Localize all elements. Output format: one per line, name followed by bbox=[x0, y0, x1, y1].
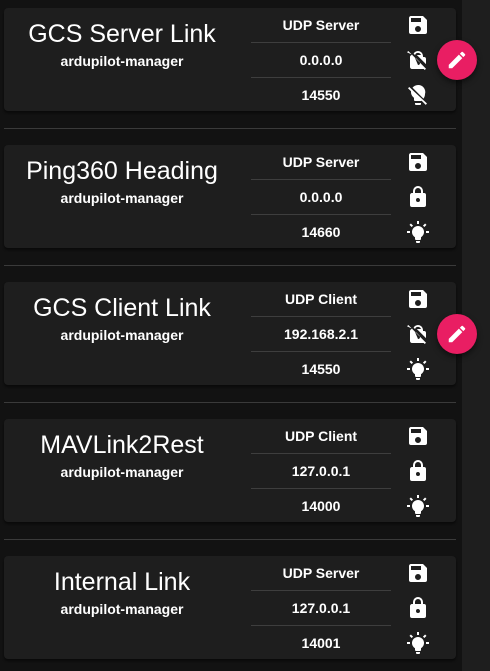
lightbulb-on-icon bbox=[406, 494, 430, 518]
card-separator bbox=[4, 539, 456, 540]
endpoint-properties: UDP Client 192.168.2.1 14550 bbox=[251, 282, 391, 385]
lightbulb-off-icon bbox=[406, 83, 430, 107]
lock-icon bbox=[406, 185, 430, 209]
endpoint-card: GCS Server Link ardupilot-manager UDP Se… bbox=[4, 8, 456, 111]
card-separator bbox=[4, 265, 456, 266]
endpoint-properties: UDP Server 0.0.0.0 14550 bbox=[251, 8, 391, 111]
endpoint-name: MAVLink2Rest bbox=[40, 431, 204, 459]
endpoint-port: 14001 bbox=[301, 635, 341, 651]
lock-icon bbox=[406, 596, 430, 620]
lock-off-icon bbox=[406, 48, 430, 72]
endpoint-type: UDP Server bbox=[282, 565, 360, 581]
content-save-icon bbox=[406, 287, 430, 311]
card-separator bbox=[4, 128, 456, 129]
endpoint-type: UDP Client bbox=[284, 428, 358, 444]
endpoint-type: UDP Client bbox=[284, 291, 358, 307]
endpoint-card: GCS Client Link ardupilot-manager UDP Cl… bbox=[4, 282, 456, 385]
endpoint-port: 14550 bbox=[301, 361, 341, 377]
content-save-icon bbox=[406, 424, 430, 448]
endpoint-type: UDP Server bbox=[282, 154, 360, 170]
lightbulb-on-icon bbox=[406, 357, 430, 381]
endpoint-ip: 192.168.2.1 bbox=[284, 326, 358, 342]
lightbulb-on-icon bbox=[406, 631, 430, 655]
endpoint-owner: ardupilot-manager bbox=[60, 190, 184, 206]
endpoint-name: GCS Server Link bbox=[28, 20, 216, 48]
endpoint-properties: UDP Client 127.0.0.1 14000 bbox=[251, 419, 391, 522]
endpoint-ip: 0.0.0.0 bbox=[299, 189, 343, 205]
endpoint-owner: ardupilot-manager bbox=[60, 601, 184, 617]
content-save-icon bbox=[406, 13, 430, 37]
endpoint-port: 14550 bbox=[301, 87, 341, 103]
endpoint-properties: UDP Server 127.0.0.1 14001 bbox=[251, 556, 391, 659]
endpoint-port: 14660 bbox=[301, 224, 341, 240]
endpoint-card: Internal Link ardupilot-manager UDP Serv… bbox=[4, 556, 456, 659]
pencil-icon bbox=[448, 51, 466, 69]
endpoint-name: Ping360 Heading bbox=[26, 157, 218, 185]
content-save-icon bbox=[406, 150, 430, 174]
endpoint-card: MAVLink2Rest ardupilot-manager UDP Clien… bbox=[4, 419, 456, 522]
endpoint-owner: ardupilot-manager bbox=[60, 464, 184, 480]
pencil-icon bbox=[448, 325, 466, 343]
endpoint-owner: ardupilot-manager bbox=[60, 53, 184, 69]
card-separator bbox=[4, 402, 456, 403]
edit-button[interactable] bbox=[437, 40, 477, 80]
lock-off-icon bbox=[406, 322, 430, 346]
endpoint-name: GCS Client Link bbox=[33, 294, 211, 322]
endpoint-properties: UDP Server 0.0.0.0 14660 bbox=[251, 145, 391, 248]
endpoint-ip: 127.0.0.1 bbox=[291, 600, 351, 616]
lightbulb-on-icon bbox=[406, 220, 430, 244]
endpoint-card: Ping360 Heading ardupilot-manager UDP Se… bbox=[4, 145, 456, 248]
endpoint-port: 14000 bbox=[301, 498, 341, 514]
endpoint-ip: 0.0.0.0 bbox=[299, 52, 343, 68]
endpoint-type: UDP Server bbox=[282, 17, 360, 33]
lock-icon bbox=[406, 459, 430, 483]
edit-button[interactable] bbox=[437, 314, 477, 354]
endpoint-name: Internal Link bbox=[53, 568, 191, 596]
content-save-icon bbox=[406, 561, 430, 585]
endpoint-owner: ardupilot-manager bbox=[60, 327, 184, 343]
endpoint-ip: 127.0.0.1 bbox=[291, 463, 351, 479]
